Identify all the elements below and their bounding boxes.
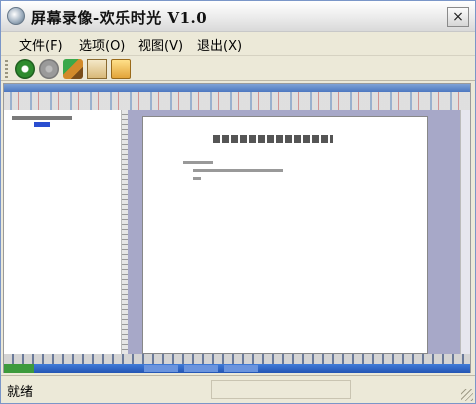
status-bar: 就绪 — [1, 375, 475, 403]
preview-page — [142, 116, 428, 354]
preview-pane-row — [12, 116, 72, 120]
preview-text-line — [183, 161, 213, 164]
document-icon[interactable] — [87, 59, 107, 79]
preview-text-line — [193, 169, 283, 172]
open-folder-icon[interactable] — [111, 59, 131, 79]
preview-bottom-toolbar — [4, 354, 470, 364]
preview-side-pane — [4, 110, 122, 354]
preview-heading — [213, 135, 333, 143]
preview-text-line — [193, 177, 201, 180]
menu-view[interactable]: 视图(V) — [138, 35, 183, 54]
status-text: 就绪 — [7, 385, 34, 400]
menu-file[interactable]: 文件(F) — [19, 35, 63, 54]
title-bar[interactable]: 屏幕录像-欢乐时光 V1.0 × — [1, 1, 475, 32]
preview-scrollbar — [460, 110, 470, 354]
window-title: 屏幕录像-欢乐时光 V1.0 — [31, 9, 208, 27]
status-panel — [211, 380, 351, 399]
record-icon[interactable] — [15, 59, 35, 79]
preview-toolbars — [4, 92, 470, 110]
stop-icon[interactable] — [39, 59, 59, 79]
preview-title-bar — [4, 84, 470, 92]
close-button[interactable]: × — [447, 7, 469, 27]
resize-grip[interactable] — [461, 389, 473, 401]
preview-task-button — [224, 365, 258, 372]
preview-task-button — [144, 365, 178, 372]
preview-start-button — [4, 364, 34, 373]
menu-options[interactable]: 选项(O) — [79, 35, 125, 54]
preview-task-button — [184, 365, 218, 372]
preview-document-area — [128, 110, 468, 354]
app-window: 屏幕录像-欢乐时光 V1.0 × 文件(F) 选项(O) 视图(V) 退出(X) — [0, 0, 476, 404]
app-icon — [7, 7, 25, 25]
menu-bar: 文件(F) 选项(O) 视图(V) 退出(X) — [1, 32, 475, 54]
captured-screen-preview — [3, 83, 471, 373]
menu-exit[interactable]: 退出(X) — [197, 35, 242, 54]
preview-taskbar — [4, 364, 470, 373]
toolbar-grip[interactable] — [5, 60, 8, 78]
tools-icon[interactable] — [63, 59, 83, 79]
preview-pane-selection — [34, 122, 50, 127]
toolbar — [1, 55, 475, 81]
